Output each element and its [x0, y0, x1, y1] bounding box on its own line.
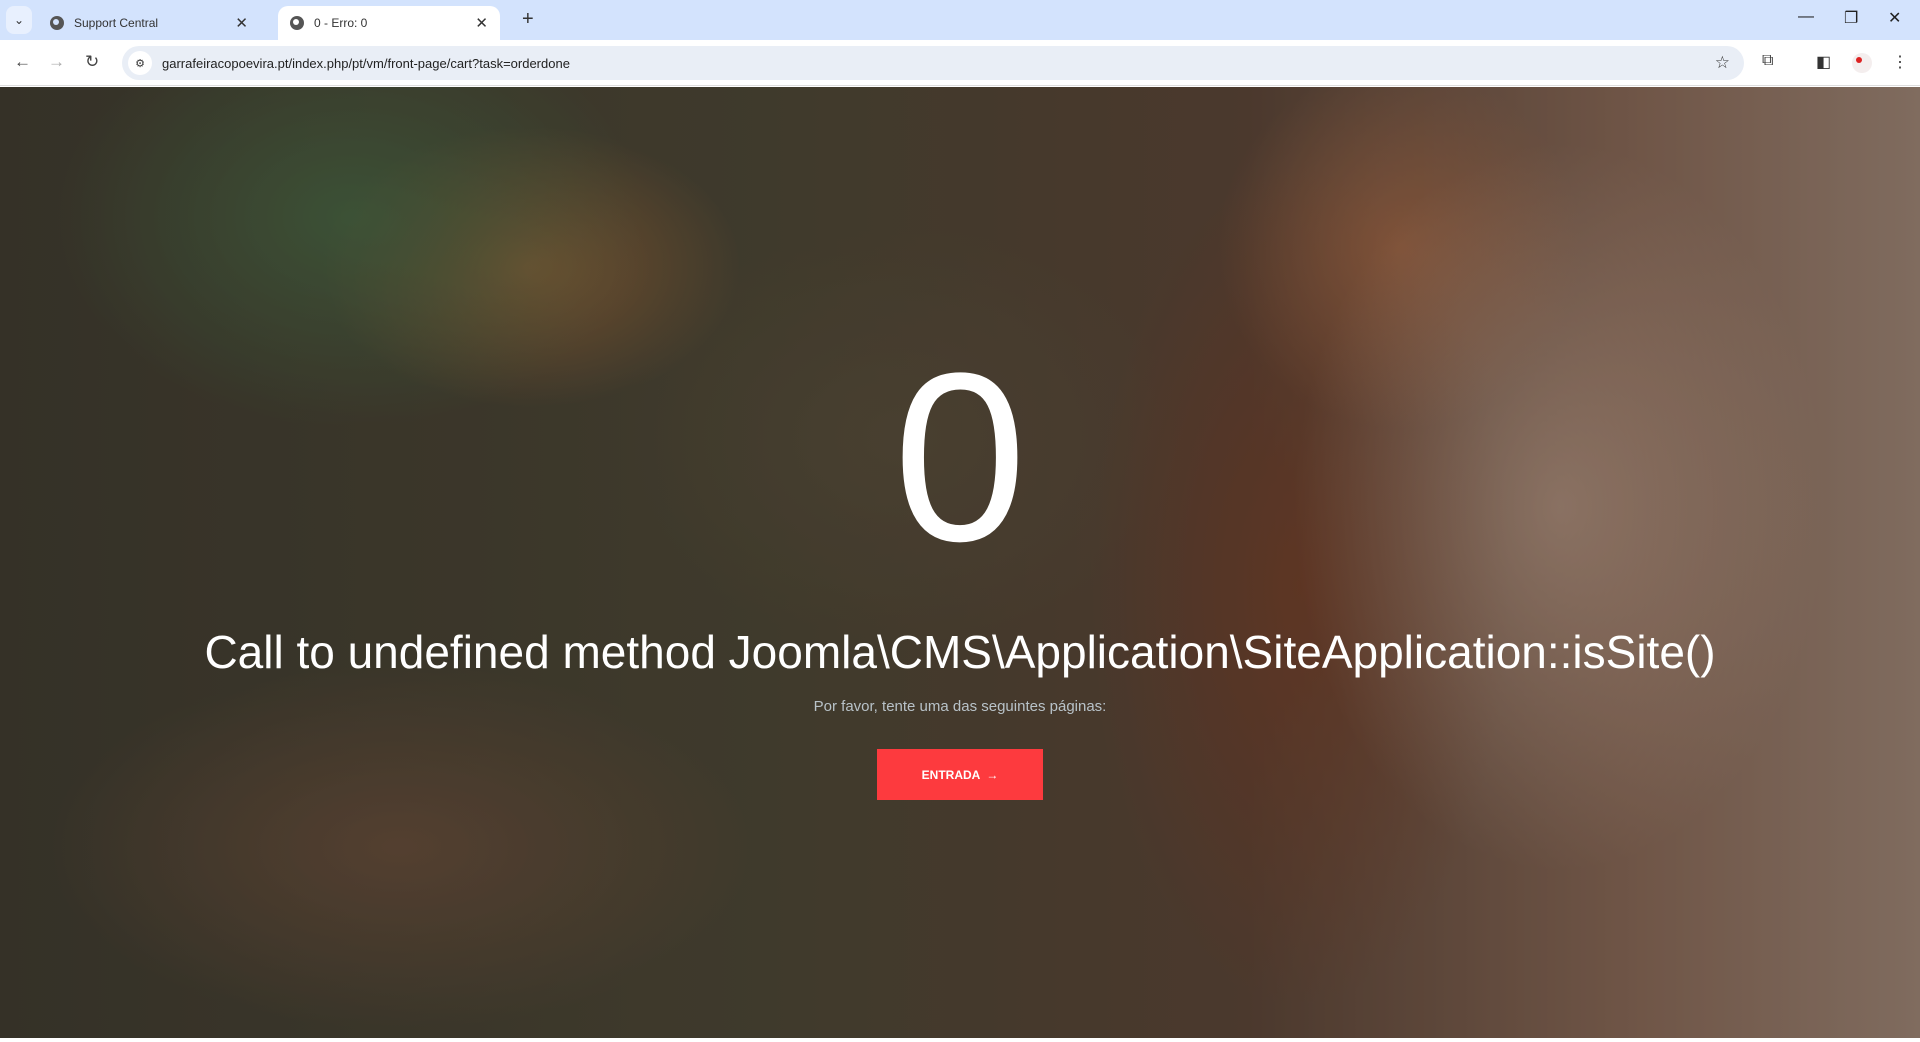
chevron-down-icon: ⌄: [13, 13, 25, 27]
error-page: 0 Call to undefined method Joomla\CMS\Ap…: [0, 87, 1920, 1038]
site-settings-icon[interactable]: ⚙: [128, 51, 152, 75]
tab-title: Support Central: [74, 16, 159, 30]
globe-icon: [50, 16, 64, 30]
bookmark-star-icon[interactable]: ☆: [1715, 53, 1730, 73]
tab-support-central[interactable]: Support Central ✕: [38, 6, 260, 40]
close-window-button[interactable]: ✕: [1888, 8, 1901, 28]
minimize-button[interactable]: —: [1798, 8, 1814, 26]
back-button[interactable]: ←: [14, 52, 31, 72]
home-button[interactable]: ENTRADA →: [877, 749, 1043, 800]
address-bar[interactable]: ⚙ garrafeiracopoevira.pt/index.php/pt/vm…: [122, 46, 1744, 80]
menu-icon[interactable]: ⋮: [1892, 52, 1908, 72]
close-tab-icon[interactable]: ✕: [475, 14, 488, 32]
error-code: 0: [893, 323, 1027, 591]
globe-icon: [290, 16, 304, 30]
browser-toolbar: ← → ↻ ⚙ garrafeiracopoevira.pt/index.php…: [0, 40, 1920, 86]
reload-button[interactable]: ↻: [85, 52, 99, 72]
url-text[interactable]: garrafeiracopoevira.pt/index.php/pt/vm/f…: [162, 56, 570, 71]
restore-button[interactable]: ❐: [1844, 8, 1858, 28]
extensions-icon[interactable]: ⧉: [1762, 52, 1773, 70]
tab-bar: ⌄ Support Central ✕ 0 - Erro: 0 ✕ + — ❐ …: [0, 0, 1920, 40]
new-tab-button[interactable]: +: [522, 8, 534, 31]
profile-avatar[interactable]: [1852, 53, 1872, 73]
tab-error[interactable]: 0 - Erro: 0 ✕: [278, 6, 500, 40]
error-subtitle: Por favor, tente uma das seguintes págin…: [813, 698, 1107, 715]
arrow-right-icon: →: [986, 767, 999, 782]
tab-title: 0 - Erro: 0: [314, 16, 368, 30]
forward-button[interactable]: →: [48, 52, 65, 72]
home-button-label: ENTRADA: [921, 767, 981, 782]
error-message: Call to undefined method Joomla\CMS\Appl…: [204, 626, 1716, 678]
tab-search-button[interactable]: ⌄: [6, 6, 32, 34]
side-panel-icon[interactable]: ◧: [1816, 52, 1831, 72]
close-tab-icon[interactable]: ✕: [235, 14, 248, 32]
